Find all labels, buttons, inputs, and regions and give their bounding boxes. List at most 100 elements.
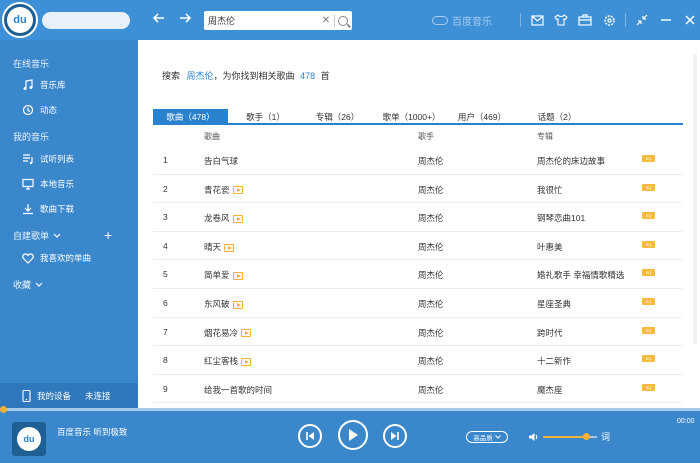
song-title[interactable]: 烟花易冷 <box>204 327 252 339</box>
song-album[interactable]: 钢琴恋曲101 <box>537 212 585 224</box>
brand-name: 百度音乐 <box>452 17 492 28</box>
my-device-label: 我的设备 <box>37 390 72 401</box>
tab-topics[interactable]: 话题（2） <box>513 109 601 125</box>
song-album[interactable]: 我很忙 <box>537 184 563 196</box>
song-title[interactable]: 告白气球 <box>204 155 238 167</box>
section-custom-playlists[interactable]: 自建歌单 <box>13 229 61 242</box>
song-title[interactable]: 晴天 <box>204 241 235 253</box>
close-icon[interactable] <box>682 12 698 28</box>
sidebar-item-local-music[interactable]: 本地音乐 <box>22 178 74 190</box>
song-artist[interactable]: 周杰伦 <box>418 355 444 367</box>
sidebar-item-trial-list[interactable]: 试听列表 <box>22 153 74 165</box>
progress-bar[interactable] <box>0 406 700 413</box>
player-bar: du 百度音乐 听到极致 高品质 词 00:00 <box>0 406 700 463</box>
app-logo[interactable]: du <box>2 2 38 38</box>
sidebar-item-music-library[interactable]: 音乐库 <box>22 79 66 91</box>
table-row[interactable]: 3 龙卷风 周杰伦 钢琴恋曲101 SQ <box>153 203 683 232</box>
column-header-album[interactable]: 专辑 <box>537 131 553 142</box>
song-title[interactable]: 东风破 <box>204 298 243 310</box>
previous-button[interactable] <box>298 424 322 448</box>
phone-icon <box>22 389 31 402</box>
my-device-bar[interactable]: 我的设备 未连接 <box>0 383 138 408</box>
table-row[interactable]: 5 简单爱 周杰伦 婚礼歌手 幸福情歌精选 SQ <box>153 260 683 289</box>
mv-icon[interactable] <box>232 186 243 195</box>
sidebar-item-feed[interactable]: 动态 <box>22 104 57 116</box>
song-artist[interactable]: 周杰伦 <box>418 298 444 310</box>
mv-icon[interactable] <box>232 300 243 309</box>
song-album[interactable]: 十二新作 <box>537 355 571 367</box>
quality-selector[interactable]: 高品质 <box>466 431 508 443</box>
clear-search-icon[interactable]: ✕ <box>321 15 331 26</box>
song-title[interactable]: 给我一首歌的时间 <box>204 384 272 396</box>
play-button[interactable] <box>338 420 368 450</box>
sq-quality-badge: SQ <box>642 212 655 220</box>
song-artist[interactable]: 周杰伦 <box>418 384 444 396</box>
minimize-icon[interactable] <box>658 12 674 28</box>
mail-icon[interactable] <box>529 12 545 28</box>
search-input[interactable]: 周杰伦 <box>208 14 321 27</box>
scrollbar[interactable] <box>693 54 697 344</box>
mv-icon[interactable] <box>232 272 243 281</box>
song-artist[interactable]: 周杰伦 <box>418 269 444 281</box>
song-title[interactable]: 红尘客栈 <box>204 355 252 367</box>
song-album[interactable]: 星座圣典 <box>537 298 571 310</box>
song-title[interactable]: 龙卷风 <box>204 212 243 224</box>
forward-button[interactable] <box>176 11 194 29</box>
song-album[interactable]: 魔杰座 <box>537 384 563 396</box>
shrink-icon[interactable] <box>634 12 650 28</box>
row-number: 4 <box>163 240 168 251</box>
song-title[interactable]: 简单爱 <box>204 269 243 281</box>
search-icon[interactable] <box>338 15 348 26</box>
song-album[interactable]: 婚礼歌手 幸福情歌精选 <box>537 269 624 281</box>
tab-albums[interactable]: 专辑（26） <box>303 109 372 125</box>
mv-icon[interactable] <box>241 329 252 338</box>
mv-icon[interactable] <box>241 357 252 366</box>
row-number: 8 <box>163 355 168 366</box>
toolbox-icon[interactable] <box>577 12 593 28</box>
song-artist[interactable]: 周杰伦 <box>418 155 444 167</box>
song-title[interactable]: 青花瓷 <box>204 184 243 196</box>
table-row[interactable]: 9 给我一首歌的时间 周杰伦 魔杰座 SQ <box>153 375 683 404</box>
table-row[interactable]: 8 红尘客栈 周杰伦 十二新作 SQ <box>153 346 683 375</box>
shirt-icon[interactable] <box>553 12 569 28</box>
divider <box>520 13 521 27</box>
section-favorites[interactable]: 收藏 <box>13 278 43 291</box>
sidebar-item-label: 动态 <box>40 105 58 115</box>
volume-knob[interactable] <box>583 433 591 440</box>
sidebar-item-favorite-songs[interactable]: 我喜欢的单曲 <box>22 252 91 264</box>
tab-playlists[interactable]: 歌单（1000+） <box>372 109 451 125</box>
song-album[interactable]: 叶惠美 <box>537 241 563 253</box>
chevron-down-icon <box>494 435 501 439</box>
song-artist[interactable]: 周杰伦 <box>418 184 444 196</box>
table-row[interactable]: 6 东风破 周杰伦 星座圣典 SQ <box>153 289 683 318</box>
mv-icon[interactable] <box>224 243 235 252</box>
table-row[interactable]: 4 晴天 周杰伦 叶惠美 SQ <box>153 232 683 261</box>
tab-users[interactable]: 用户（469） <box>451 109 513 125</box>
search-keyword[interactable]: 周杰伦 <box>187 71 214 81</box>
volume-slider[interactable] <box>543 433 597 440</box>
mv-icon[interactable] <box>232 214 243 223</box>
table-row[interactable]: 1 告白气球 周杰伦 周杰伦的床边故事 SQ <box>153 146 683 175</box>
lyrics-button[interactable]: 词 <box>601 430 610 443</box>
tab-artists[interactable]: 歌手（1） <box>228 109 303 125</box>
back-button[interactable] <box>150 11 168 29</box>
user-pill[interactable] <box>42 12 130 29</box>
volume-icon[interactable] <box>528 432 539 442</box>
song-artist[interactable]: 周杰伦 <box>418 327 444 339</box>
song-artist[interactable]: 周杰伦 <box>418 241 444 253</box>
song-artist[interactable]: 周杰伦 <box>418 212 444 224</box>
next-button[interactable] <box>383 424 407 448</box>
progress-knob[interactable] <box>0 406 7 413</box>
column-header-artist[interactable]: 歌手 <box>418 131 434 142</box>
tab-songs[interactable]: 歌曲（478） <box>153 109 228 125</box>
sidebar-item-downloads[interactable]: 歌曲下载 <box>22 203 74 215</box>
gear-icon[interactable] <box>601 12 617 28</box>
song-album[interactable]: 周杰伦的床边故事 <box>537 155 605 167</box>
table-row[interactable]: 2 青花瓷 周杰伦 我很忙 SQ <box>153 175 683 204</box>
song-album[interactable]: 跨时代 <box>537 327 563 339</box>
table-row[interactable]: 7 烟花易冷 周杰伦 跨时代 SQ <box>153 318 683 347</box>
search-box[interactable]: 周杰伦 ✕ <box>204 11 352 30</box>
column-header-song[interactable]: 歌曲 <box>204 131 220 142</box>
add-playlist-button[interactable]: + <box>104 227 112 243</box>
album-cover[interactable]: du <box>12 422 46 456</box>
